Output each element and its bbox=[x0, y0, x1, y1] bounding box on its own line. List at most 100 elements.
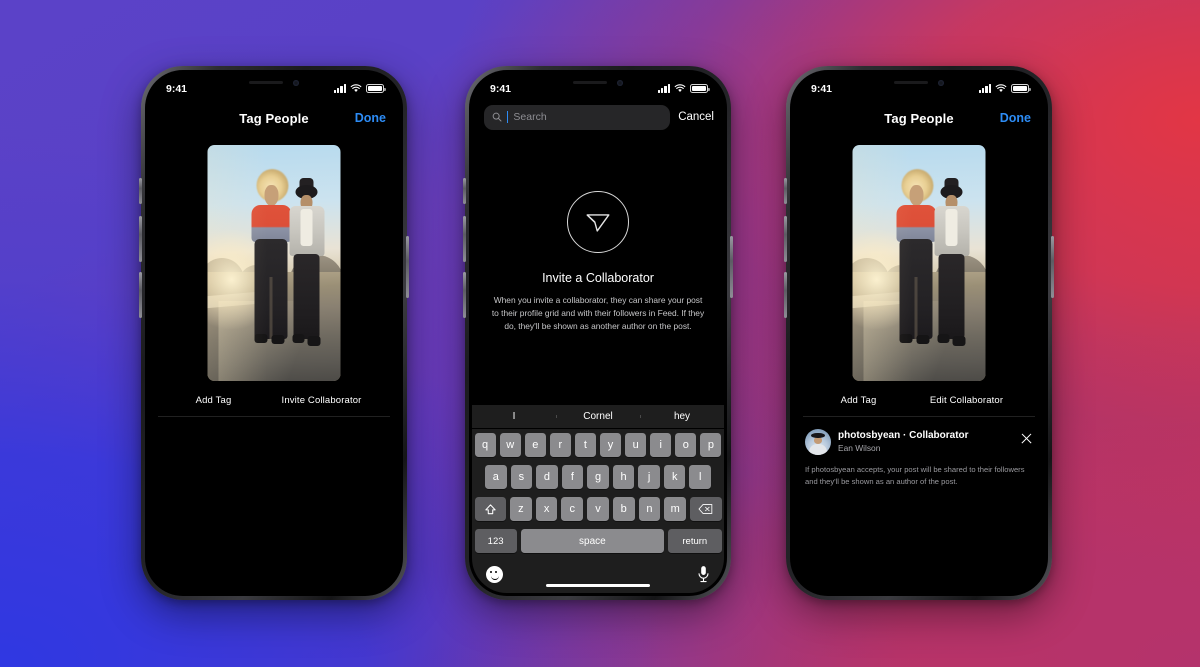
keyboard-row-2: a s d f g h j k l bbox=[472, 461, 724, 493]
prediction-1[interactable]: I bbox=[472, 411, 556, 422]
search-input[interactable]: Search bbox=[484, 104, 671, 130]
key-z[interactable]: z bbox=[509, 497, 532, 521]
prediction-3[interactable]: hey bbox=[640, 411, 724, 422]
key-l[interactable]: l bbox=[689, 465, 712, 489]
key-d[interactable]: d bbox=[536, 465, 558, 489]
phone-invite-search: 9:41 Search Cancel Invite a Collaborator… bbox=[463, 66, 733, 600]
key-t[interactable]: t bbox=[574, 433, 596, 457]
microphone-icon[interactable] bbox=[697, 565, 710, 584]
person-a-shoe-right bbox=[271, 334, 285, 345]
key-w[interactable]: w bbox=[499, 433, 521, 457]
volume-down-button[interactable] bbox=[139, 272, 142, 318]
phone-bezel: 9:41 Search Cancel Invite a Collaborator… bbox=[469, 70, 727, 596]
status-time-text: 9:41 bbox=[490, 82, 512, 95]
phone-screen-2: 9:41 Search Cancel Invite a Collaborator… bbox=[472, 73, 724, 593]
key-o[interactable]: o bbox=[675, 433, 697, 457]
key-h[interactable]: h bbox=[612, 465, 635, 489]
avatar[interactable] bbox=[805, 429, 831, 455]
key-u[interactable]: u bbox=[625, 433, 647, 457]
screenshot-stage: 9:41 Tag People Done Add Tag Invite Coll… bbox=[0, 0, 1200, 667]
person-a-leg-gap bbox=[914, 277, 918, 339]
key-q[interactable]: q bbox=[474, 433, 496, 457]
wifi-icon bbox=[995, 84, 1007, 92]
done-button[interactable]: Done bbox=[355, 111, 386, 125]
key-a[interactable]: a bbox=[484, 465, 507, 489]
add-tag-button[interactable]: Add Tag bbox=[166, 395, 261, 406]
invite-collaborator-button[interactable]: Invite Collaborator bbox=[261, 395, 382, 406]
status-icons bbox=[333, 84, 386, 93]
person-a-shoe-right bbox=[916, 334, 930, 345]
key-s[interactable]: s bbox=[510, 465, 533, 489]
key-e[interactable]: e bbox=[524, 433, 546, 457]
emoji-smiley-icon[interactable] bbox=[486, 565, 503, 583]
key-n[interactable]: n bbox=[638, 497, 661, 521]
cancel-button[interactable]: Cancel bbox=[678, 111, 714, 123]
navigation-bar: Tag People Done bbox=[148, 99, 400, 137]
battery-icon bbox=[1011, 84, 1031, 93]
power-button[interactable] bbox=[1051, 236, 1054, 298]
phone-notch bbox=[546, 73, 650, 92]
navigation-bar: Tag People Done bbox=[793, 99, 1045, 137]
section-divider bbox=[158, 416, 390, 417]
key-v[interactable]: v bbox=[587, 497, 609, 521]
wifi-icon bbox=[350, 84, 362, 92]
key-k[interactable]: k bbox=[663, 465, 686, 489]
earpiece-speaker-icon bbox=[894, 80, 928, 85]
key-y[interactable]: y bbox=[600, 433, 622, 457]
space-key[interactable]: space bbox=[520, 529, 665, 553]
volume-down-button[interactable] bbox=[784, 272, 787, 318]
key-g[interactable]: g bbox=[587, 465, 609, 489]
key-x[interactable]: x bbox=[535, 497, 558, 521]
keyboard-row-4: 123 space return bbox=[472, 525, 724, 557]
key-r[interactable]: r bbox=[549, 433, 571, 457]
post-photo[interactable] bbox=[852, 145, 986, 381]
person-b-legs bbox=[938, 253, 965, 339]
earpiece-speaker-icon bbox=[573, 80, 607, 85]
shift-arrow-icon[interactable] bbox=[474, 497, 506, 521]
add-tag-button[interactable]: Add Tag bbox=[811, 395, 906, 406]
person-a-sweater bbox=[251, 205, 292, 242]
numbers-key[interactable]: 123 bbox=[474, 529, 517, 553]
phone-screen-1: 9:41 Tag People Done Add Tag Invite Coll… bbox=[148, 73, 400, 593]
done-button[interactable]: Done bbox=[1000, 111, 1031, 125]
edit-collaborator-button[interactable]: Edit Collaborator bbox=[906, 395, 1027, 406]
avatar-body bbox=[808, 443, 828, 455]
volume-down-button[interactable] bbox=[463, 272, 466, 318]
empty-state-description: When you invite a collaborator, they can… bbox=[491, 295, 705, 332]
key-b[interactable]: b bbox=[612, 497, 635, 521]
power-button[interactable] bbox=[730, 236, 733, 298]
collaborator-note: If photosbyean accepts, your post will b… bbox=[805, 465, 1025, 486]
close-icon[interactable] bbox=[1020, 432, 1033, 445]
search-icon bbox=[492, 112, 502, 122]
send-paper-plane-icon bbox=[567, 191, 629, 253]
key-i[interactable]: i bbox=[650, 433, 672, 457]
person-b-shirt bbox=[945, 208, 958, 247]
person-b-shoe-right bbox=[307, 336, 321, 346]
phone-notch bbox=[867, 73, 971, 92]
collaborator-fullname: Ean Wilson bbox=[838, 443, 881, 453]
keyboard-row-1: q w e r t y u i o p bbox=[472, 429, 724, 461]
text-cursor bbox=[507, 111, 509, 123]
power-button[interactable] bbox=[406, 236, 409, 298]
key-j[interactable]: j bbox=[638, 465, 660, 489]
key-m[interactable]: m bbox=[664, 497, 687, 521]
person-b-shirt bbox=[300, 208, 313, 247]
key-c[interactable]: c bbox=[561, 497, 584, 521]
on-screen-keyboard: I Cornel hey q w e r t y u i o p a s d f… bbox=[472, 405, 724, 593]
phone-notch bbox=[222, 73, 326, 92]
person-b-shoe-left bbox=[937, 333, 950, 344]
predictive-text-bar: I Cornel hey bbox=[472, 405, 724, 429]
post-photo[interactable] bbox=[207, 145, 341, 381]
avatar-hat bbox=[810, 432, 826, 439]
search-placeholder: Search bbox=[513, 111, 547, 123]
battery-icon bbox=[690, 84, 710, 93]
status-time-text: 9:41 bbox=[166, 82, 188, 95]
return-key[interactable]: return bbox=[668, 529, 722, 553]
prediction-2[interactable]: Cornel bbox=[556, 411, 640, 422]
collaborator-info: photosbyean · Collaborator Ean Wilson bbox=[838, 429, 1013, 453]
key-f[interactable]: f bbox=[561, 465, 584, 489]
signal-bars-icon bbox=[333, 84, 346, 93]
key-p[interactable]: p bbox=[700, 433, 722, 457]
backspace-icon[interactable] bbox=[690, 497, 722, 521]
home-indicator[interactable] bbox=[546, 583, 650, 587]
